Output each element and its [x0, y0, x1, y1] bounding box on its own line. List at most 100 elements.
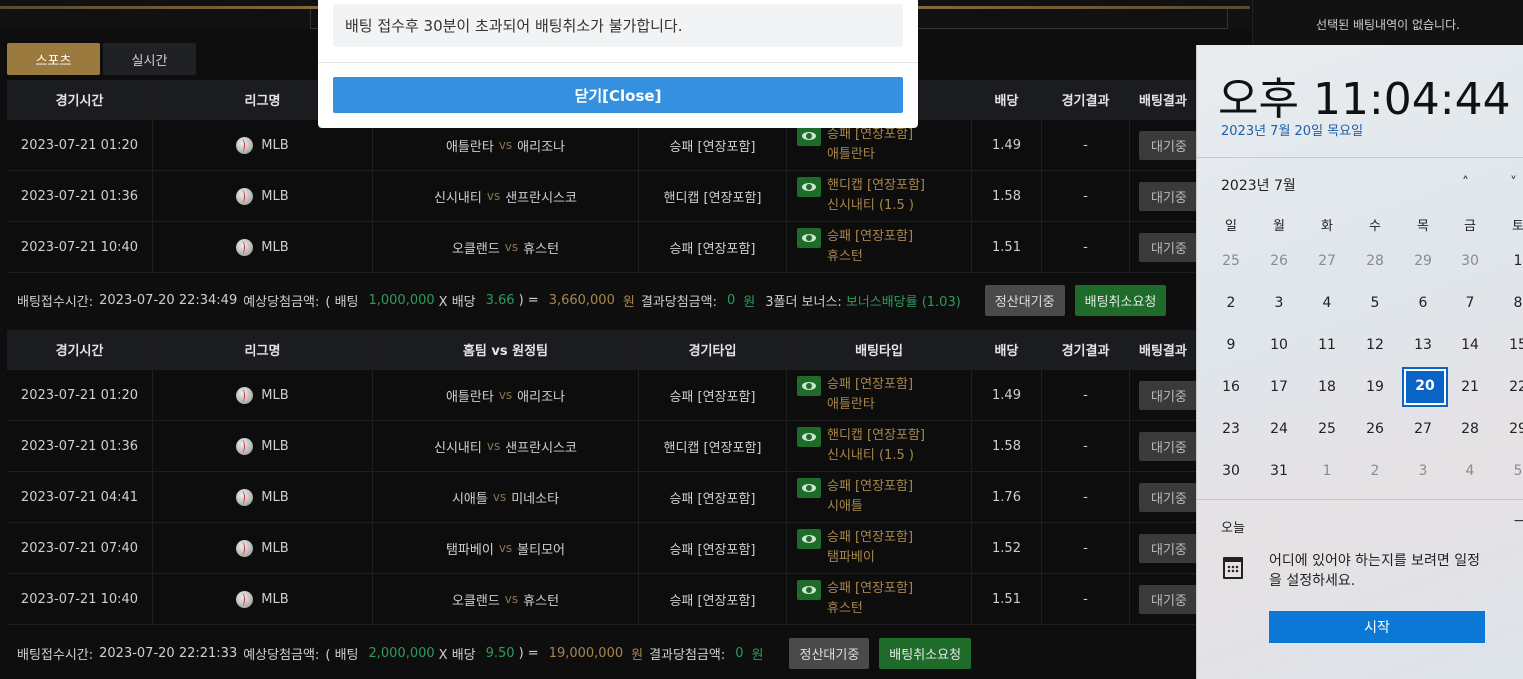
calendar-day[interactable]: 30: [1209, 463, 1253, 479]
eye-icon[interactable]: [797, 427, 821, 447]
weekday-header: 화: [1321, 219, 1333, 234]
agenda-start-button[interactable]: 시작: [1269, 611, 1485, 643]
calendar-day[interactable]: 27: [1401, 421, 1445, 437]
calendar-day[interactable]: 29: [1401, 253, 1445, 269]
cancel-bet-button[interactable]: 배팅취소요청: [879, 638, 972, 669]
calendar-day[interactable]: 8: [1496, 295, 1523, 311]
calendar-day[interactable]: 2: [1209, 295, 1253, 311]
calendar-day[interactable]: 30: [1448, 253, 1492, 269]
calendar-month-label[interactable]: 2023년 7월: [1221, 175, 1296, 195]
calendar-day[interactable]: 23: [1209, 421, 1253, 437]
bet-result-cell: 대기중: [1130, 472, 1199, 522]
chevron-down-icon[interactable]: ˅: [1510, 175, 1517, 191]
calendar-day[interactable]: 3: [1257, 295, 1301, 311]
eye-icon[interactable]: [797, 580, 821, 600]
calendar-day[interactable]: 18: [1305, 379, 1349, 395]
calendar-day[interactable]: 16: [1209, 379, 1253, 395]
teams-cell: 애틀란타 vs 애리조나: [373, 370, 639, 420]
currency-won: 원: [631, 648, 644, 663]
calendar-day[interactable]: 31: [1257, 463, 1301, 479]
calendar-day[interactable]: 19: [1353, 379, 1397, 395]
calendar-day[interactable]: 15: [1496, 337, 1523, 353]
cancel-bet-button[interactable]: 배팅취소요청: [1074, 285, 1167, 316]
modal-close-button[interactable]: 닫기[Close]: [333, 77, 903, 113]
calendar-day[interactable]: 11: [1305, 337, 1349, 353]
calendar-day[interactable]: 1: [1496, 253, 1523, 269]
calendar-day-today[interactable]: 20: [1404, 378, 1446, 394]
eye-icon[interactable]: [797, 478, 821, 498]
calendar-day[interactable]: 25: [1305, 421, 1349, 437]
baseball-icon: [236, 437, 254, 455]
weekday-header: 수: [1369, 219, 1381, 234]
calendar-day[interactable]: 26: [1353, 421, 1397, 437]
clock-date-link[interactable]: 2023년 7월 20일 목요일: [1221, 120, 1363, 139]
calendar-day[interactable]: 3: [1401, 463, 1445, 479]
calendar-day[interactable]: 26: [1257, 253, 1301, 269]
tab-live[interactable]: 실시간: [103, 43, 196, 75]
calendar-day[interactable]: 13: [1401, 337, 1445, 353]
chevron-up-icon[interactable]: ˄: [1462, 175, 1469, 191]
teams-cell: 오클랜드 vs 휴스턴: [373, 574, 639, 624]
calendar-day[interactable]: 28: [1353, 253, 1397, 269]
match-time: 2023-07-21 01:36: [7, 171, 153, 221]
bet-time-label: 배팅접수시간:: [17, 295, 94, 310]
teams-cell: 탬파베이 vs 볼티모어: [373, 523, 639, 573]
away-team: 휴스턴: [523, 593, 560, 609]
calendar-day[interactable]: 24: [1257, 421, 1301, 437]
weekday-header: 토: [1512, 219, 1523, 234]
collapse-icon[interactable]: −: [1513, 513, 1523, 529]
teams-cell: 오클랜드 vs 휴스턴: [373, 222, 639, 272]
calendar-day[interactable]: 22: [1496, 379, 1523, 395]
home-team: 신시내티: [434, 440, 482, 456]
total-odds: 3.66: [485, 293, 515, 308]
match-time: 2023-07-21 10:40: [7, 222, 153, 272]
vs-label: vs: [486, 439, 501, 453]
eye-icon[interactable]: [797, 126, 821, 146]
calendar-day[interactable]: 5: [1353, 295, 1397, 311]
eye-icon[interactable]: [797, 529, 821, 549]
calendar-day[interactable]: 27: [1305, 253, 1349, 269]
calendar-day[interactable]: 4: [1448, 463, 1492, 479]
column-header: 경기시간: [7, 330, 153, 369]
settle-pending-button[interactable]: 정산대기중: [984, 285, 1065, 316]
league-name: MLB: [261, 591, 289, 607]
calendar-day[interactable]: 7: [1448, 295, 1492, 311]
tab-sports[interactable]: 스포츠: [7, 43, 100, 75]
eye-icon[interactable]: [797, 228, 821, 248]
bet-type-text: 승패 [연장포함] 애틀란타: [827, 375, 913, 415]
calendar-day[interactable]: 9: [1209, 337, 1253, 353]
calendar-day[interactable]: 6: [1401, 295, 1445, 311]
eye-icon[interactable]: [797, 376, 821, 396]
away-team: 애리조나: [517, 389, 566, 405]
calendar-day[interactable]: 17: [1257, 379, 1301, 395]
settle-pending-button[interactable]: 정산대기중: [789, 638, 870, 669]
bet-type-cell: 핸디캡 [연장포함] 신시내티 (1.5 ): [787, 171, 972, 221]
bet-market: 승패 [연장포함]: [827, 229, 914, 244]
bet-pick: 휴스턴: [827, 601, 863, 616]
calendar-day[interactable]: 21: [1448, 379, 1492, 395]
calendar-day[interactable]: 5: [1496, 463, 1523, 479]
column-header: 배팅타입: [787, 330, 972, 369]
calendar-day[interactable]: 28: [1448, 421, 1492, 437]
bet-market: 승패 [연장포함]: [827, 479, 914, 494]
odds: 1.58: [972, 171, 1042, 221]
teams-cell: 시애틀 vs 미네소타: [373, 472, 639, 522]
bet-type-cell: 승패 [연장포함] 휴스턴: [787, 574, 972, 624]
home-team: 오클랜드: [451, 593, 500, 609]
league-cell: MLB: [153, 421, 373, 471]
calendar-day[interactable]: 14: [1448, 337, 1492, 353]
game-type: 승패 [연장포함]: [639, 574, 787, 624]
calendar-day[interactable]: 4: [1305, 295, 1349, 311]
calendar-day[interactable]: 29: [1496, 421, 1523, 437]
calendar-day[interactable]: 25: [1209, 253, 1253, 269]
calendar-day[interactable]: 12: [1353, 337, 1397, 353]
calendar-flyout: 오후 11:04:44 2023년 7월 20일 목요일 2023년 7월 ˄ …: [1196, 45, 1523, 679]
calendar-day[interactable]: 2: [1353, 463, 1397, 479]
calendar-day[interactable]: 1: [1305, 463, 1349, 479]
eye-icon[interactable]: [797, 177, 821, 197]
total-odds: 9.50: [485, 646, 515, 661]
away-team: 샌프란시스코: [505, 190, 577, 206]
column-header: 리그명: [153, 330, 373, 369]
flyout-divider: [1197, 157, 1523, 158]
calendar-day[interactable]: 10: [1257, 337, 1301, 353]
